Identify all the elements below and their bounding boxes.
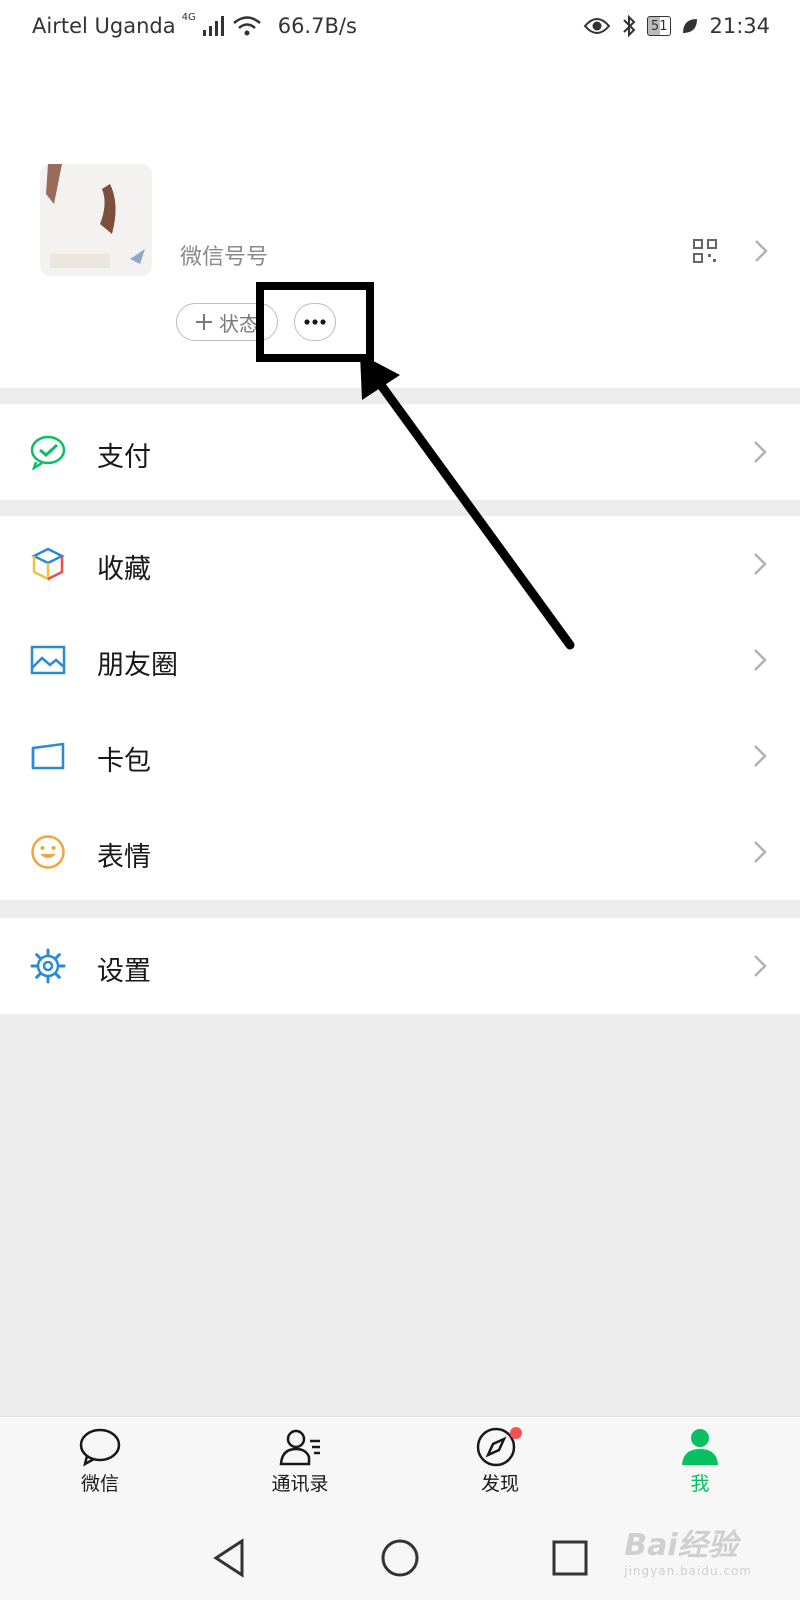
home-circle-icon[interactable] xyxy=(380,1538,420,1578)
chevron-right-icon xyxy=(754,745,767,767)
smiley-icon xyxy=(31,835,65,869)
clock: 21:34 xyxy=(709,14,770,38)
gear-icon xyxy=(30,948,66,984)
chevron-right-icon xyxy=(754,553,767,575)
compass-icon xyxy=(476,1427,522,1467)
plus-icon xyxy=(196,314,212,330)
leaf-icon xyxy=(683,19,698,33)
chevron-right-icon xyxy=(754,955,767,977)
tab-contacts[interactable]: 通讯录 xyxy=(240,1427,360,1496)
eye-icon xyxy=(583,18,611,34)
menu-item-cards[interactable]: 卡包 xyxy=(0,708,800,804)
back-triangle-icon[interactable] xyxy=(212,1538,246,1578)
card-wallet-icon xyxy=(31,742,65,770)
recents-square-icon[interactable] xyxy=(552,1540,588,1576)
bottom-tab-bar: 微信 通讯录 发现 我 xyxy=(0,1416,800,1517)
wifi-icon xyxy=(232,16,261,36)
notification-dot xyxy=(510,1427,522,1439)
annotation-arrow xyxy=(360,354,575,650)
settings-label: 设置 xyxy=(97,956,151,987)
moments-picture-icon xyxy=(30,645,66,675)
tab-discover[interactable]: 发现 xyxy=(440,1427,560,1496)
signal-icon xyxy=(202,16,224,36)
carrier-name: Airtel Uganda xyxy=(32,14,176,38)
pay-label: 支付 xyxy=(97,442,151,473)
contacts-icon xyxy=(279,1429,320,1466)
avatar[interactable] xyxy=(40,164,152,276)
chevron-right-icon xyxy=(754,841,767,863)
network-type: 4G xyxy=(181,12,196,23)
qr-code-icon[interactable] xyxy=(693,239,717,263)
moments-label: 朋友圈 xyxy=(97,650,178,681)
watermark: Bai经验 jingyan.baidu.com xyxy=(624,1520,752,1578)
tab-chats[interactable]: 微信 xyxy=(40,1427,160,1496)
wechat-id-label: 微信号号 xyxy=(180,245,269,270)
network-speed: 66.7B/s xyxy=(277,14,357,38)
profile-card[interactable]: 微信号号 状态 xyxy=(0,56,800,388)
battery-level: 51 xyxy=(650,18,668,34)
status-bar: Airtel Uganda 4G 66.7B/s 51 21:34 xyxy=(0,0,800,56)
status-button-label: 状态 xyxy=(219,311,259,336)
chat-bubble-icon xyxy=(79,1428,121,1467)
stickers-label: 表情 xyxy=(97,842,151,873)
menu-item-settings[interactable]: 设置 xyxy=(0,918,800,1014)
tab-chats-label: 微信 xyxy=(80,1473,119,1495)
bluetooth-icon xyxy=(623,14,636,38)
battery-icon: 51 xyxy=(646,16,672,36)
menu-item-stickers[interactable]: 表情 xyxy=(0,804,800,900)
person-icon xyxy=(682,1429,718,1465)
favorites-label: 收藏 xyxy=(97,554,151,585)
chevron-right-icon xyxy=(755,240,768,262)
chevron-right-icon xyxy=(754,441,767,463)
watermark-brand: Bai经验 xyxy=(624,1528,738,1563)
tab-me[interactable]: 我 xyxy=(640,1427,760,1496)
chevron-right-icon xyxy=(754,649,767,671)
tab-discover-label: 发现 xyxy=(480,1473,519,1495)
cards-label: 卡包 xyxy=(97,746,151,777)
tab-me-label: 我 xyxy=(690,1473,710,1495)
pay-icon xyxy=(30,435,66,470)
favorites-cube-icon xyxy=(31,547,65,582)
watermark-url: jingyan.baidu.com xyxy=(624,1564,752,1578)
tab-contacts-label: 通讯录 xyxy=(271,1473,329,1495)
